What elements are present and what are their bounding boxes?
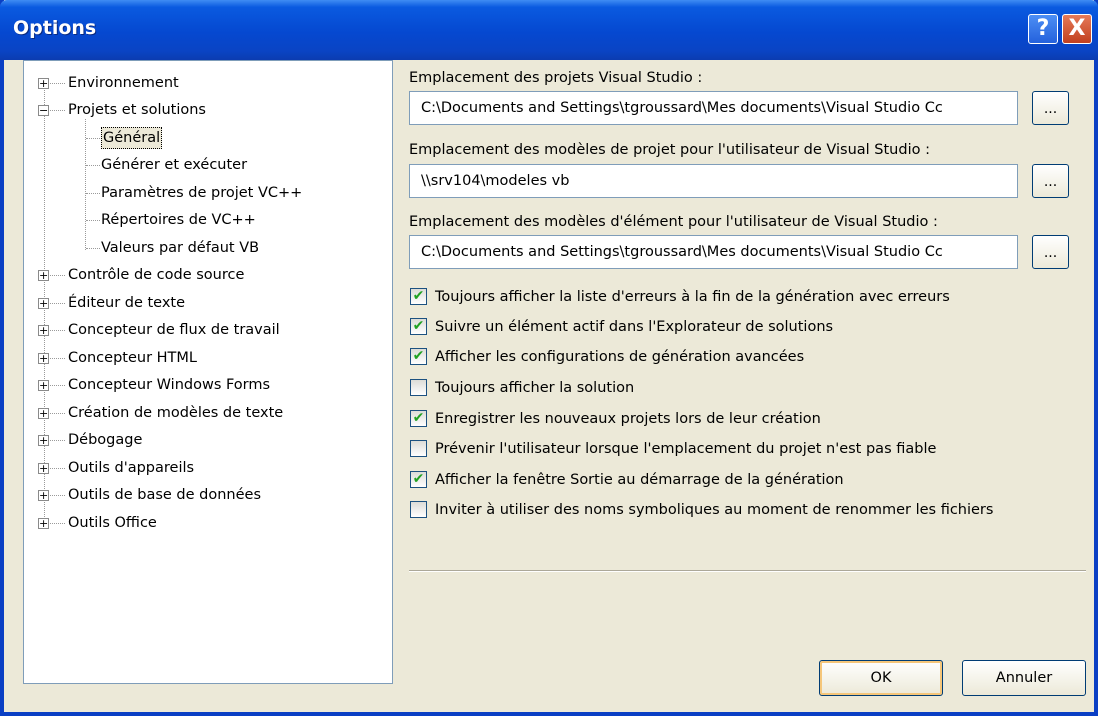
projects-location-browse-button[interactable]: ... xyxy=(1032,91,1069,125)
item-templates-location-label: Emplacement des modèles d'élément pour l… xyxy=(409,214,938,230)
tree-child-repertoires-vc[interactable]: Répertoires de VC++ xyxy=(24,209,384,231)
expand-icon[interactable]: + xyxy=(38,270,49,281)
expand-icon[interactable]: + xyxy=(38,435,49,446)
checkbox-check-icon[interactable]: ✔ xyxy=(410,410,427,427)
tree-line xyxy=(50,413,65,414)
checkbox-label: Toujours afficher la solution xyxy=(435,380,635,396)
options-dialog: Options ? X + Environnement − Projets et… xyxy=(0,0,1098,716)
tree-item-outils-appareils[interactable]: + Outils d'appareils xyxy=(24,457,384,479)
tree-item-label: Débogage xyxy=(68,432,143,448)
tree-line xyxy=(86,165,100,166)
tree-item-environnement[interactable]: + Environnement xyxy=(24,72,384,94)
tree-line xyxy=(50,495,65,496)
checkbox-label: Prévenir l'utilisateur lorsque l'emplace… xyxy=(435,441,937,457)
ok-button[interactable]: OK xyxy=(819,660,943,696)
checkbox-check-icon[interactable]: ✔ xyxy=(410,348,427,365)
help-button[interactable]: ? xyxy=(1028,14,1058,44)
tree-child-general[interactable]: Général xyxy=(24,127,384,149)
tree-line xyxy=(50,468,65,469)
checkbox-check-icon[interactable]: ✔ xyxy=(410,318,427,335)
tree-child-valeurs-vb[interactable]: Valeurs par défaut VB xyxy=(24,237,384,259)
expand-icon[interactable]: + xyxy=(38,353,49,364)
checkbox-check-icon[interactable] xyxy=(410,501,427,518)
collapse-icon[interactable]: − xyxy=(38,105,49,116)
expand-icon[interactable]: + xyxy=(38,463,49,474)
close-button[interactable]: X xyxy=(1062,14,1092,44)
options-tree[interactable]: + Environnement − Projets et solutions G… xyxy=(23,60,393,684)
tree-line xyxy=(50,83,65,84)
tree-line xyxy=(86,138,100,139)
cancel-button[interactable]: Annuler xyxy=(962,660,1086,696)
tree-item-label: Répertoires de VC++ xyxy=(101,212,256,228)
title-bar[interactable]: Options ? X xyxy=(0,0,1098,60)
tree-line xyxy=(50,523,65,524)
close-icon: X xyxy=(1068,16,1086,41)
checkbox-label: Afficher la fenêtre Sortie au démarrage … xyxy=(435,472,844,488)
tree-child-generer-et-executer[interactable]: Générer et exécuter xyxy=(24,154,384,176)
project-templates-location-input[interactable]: \\srv104\modeles vb xyxy=(409,164,1018,198)
expand-icon[interactable]: + xyxy=(38,298,49,309)
expand-icon[interactable]: + xyxy=(38,78,49,89)
tree-line xyxy=(50,275,65,276)
dialog-title: Options xyxy=(13,17,97,39)
tree-item-label: Générer et exécuter xyxy=(101,157,248,173)
tree-item-flux-travail[interactable]: + Concepteur de flux de travail xyxy=(24,319,384,341)
tree-item-label: Contrôle de code source xyxy=(68,267,245,283)
project-templates-location-browse-button[interactable]: ... xyxy=(1032,164,1069,198)
tree-item-projets-et-solutions[interactable]: − Projets et solutions xyxy=(24,99,384,121)
checkbox-check-icon[interactable] xyxy=(410,379,427,396)
projects-location-input[interactable]: C:\Documents and Settings\tgroussard\Mes… xyxy=(409,91,1018,125)
checkbox-label: Inviter à utiliser des noms symboliques … xyxy=(435,502,994,518)
checkbox-check-icon[interactable] xyxy=(410,440,427,457)
tree-item-label: Concepteur HTML xyxy=(68,350,197,366)
expand-icon[interactable]: + xyxy=(38,518,49,529)
help-icon: ? xyxy=(1036,16,1050,41)
expand-icon[interactable]: + xyxy=(38,408,49,419)
tree-line xyxy=(50,358,65,359)
checkbox-label: Enregistrer les nouveaux projets lors de… xyxy=(435,411,821,427)
tree-item-editeur-texte[interactable]: + Éditeur de texte xyxy=(24,292,384,314)
checkbox-label: Afficher les configurations de génératio… xyxy=(435,349,805,365)
expand-icon[interactable]: + xyxy=(38,490,49,501)
checkbox-label: Toujours afficher la liste d'erreurs à l… xyxy=(435,289,950,305)
tree-line xyxy=(50,303,65,304)
tree-line xyxy=(50,110,65,111)
expand-icon[interactable]: + xyxy=(38,325,49,336)
item-templates-location-input[interactable]: C:\Documents and Settings\tgroussard\Mes… xyxy=(409,235,1018,269)
tree-line xyxy=(86,220,100,221)
tree-item-label: Outils d'appareils xyxy=(68,460,195,476)
tree-item-label: Éditeur de texte xyxy=(68,295,186,311)
tree-item-label: Valeurs par défaut VB xyxy=(101,240,260,256)
checkbox-label: Suivre un élément actif dans l'Explorate… xyxy=(435,319,834,335)
tree-item-outils-bdd[interactable]: + Outils de base de données xyxy=(24,484,384,506)
tree-item-label: Projets et solutions xyxy=(68,102,206,118)
tree-item-modeles-texte[interactable]: + Création de modèles de texte xyxy=(24,402,384,424)
tree-item-label: Paramètres de projet VC++ xyxy=(101,185,303,201)
tree-child-parametres-vc[interactable]: Paramètres de projet VC++ xyxy=(24,182,384,204)
checkbox-check-icon[interactable]: ✔ xyxy=(410,288,427,305)
tree-line xyxy=(86,193,100,194)
tree-item-outils-office[interactable]: + Outils Office xyxy=(24,512,384,534)
tree-item-label: Création de modèles de texte xyxy=(68,405,284,421)
tree-item-label: Outils de base de données xyxy=(68,487,262,503)
projects-location-label: Emplacement des projets Visual Studio : xyxy=(409,70,703,86)
tree-line xyxy=(50,440,65,441)
checkbox-check-icon[interactable]: ✔ xyxy=(410,471,427,488)
project-templates-location-label: Emplacement des modèles de projet pour l… xyxy=(409,142,930,158)
item-templates-location-browse-button[interactable]: ... xyxy=(1032,235,1069,269)
tree-item-label: Environnement xyxy=(68,75,179,91)
tree-item-debogage[interactable]: + Débogage xyxy=(24,429,384,451)
tree-item-concepteur-html[interactable]: + Concepteur HTML xyxy=(24,347,384,369)
tree-item-controle-code-source[interactable]: + Contrôle de code source xyxy=(24,264,384,286)
tree-item-label: Concepteur Windows Forms xyxy=(68,377,271,393)
tree-item-label: Concepteur de flux de travail xyxy=(68,322,280,338)
tree-line xyxy=(86,248,100,249)
tree-line xyxy=(50,330,65,331)
expand-icon[interactable]: + xyxy=(38,380,49,391)
tree-item-windows-forms[interactable]: + Concepteur Windows Forms xyxy=(24,374,384,396)
tree-item-label: Outils Office xyxy=(68,515,157,531)
separator xyxy=(409,570,1086,572)
tree-item-label: Général xyxy=(101,127,163,149)
tree-line xyxy=(50,385,65,386)
